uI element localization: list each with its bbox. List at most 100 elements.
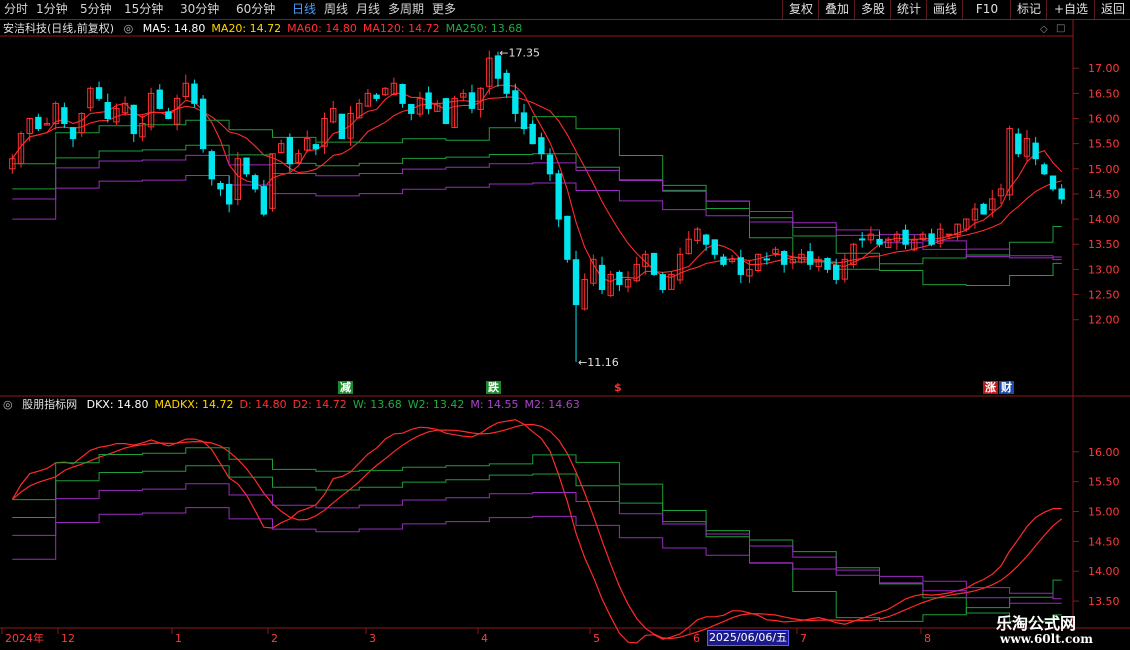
price-tick-label-0: 17.00 <box>1088 62 1120 75</box>
period-tab-4[interactable]: 30分钟 <box>180 1 219 17</box>
candle-body-87 <box>763 258 770 261</box>
toolbar-button-8[interactable]: 返回 <box>1094 0 1130 19</box>
candle-body-95 <box>833 264 840 280</box>
indicator-label-3: D2: 14.72 <box>292 398 347 411</box>
ind-tick-label-1: 15.50 <box>1088 476 1120 489</box>
candle-body-106 <box>928 233 935 245</box>
candle-body-58 <box>512 90 519 114</box>
period-tab-6[interactable]: 日线 <box>292 1 316 17</box>
candle-body-100 <box>876 238 883 245</box>
candle-body-32 <box>286 136 294 165</box>
x-label-6: 5 <box>593 632 600 645</box>
square-icon[interactable]: □ <box>1056 23 1065 34</box>
candle-body-22 <box>199 98 207 150</box>
period-tab-1[interactable]: 1分钟 <box>36 1 68 17</box>
toolbar-button-1[interactable]: 叠加 <box>818 0 855 19</box>
toolbar-button-6[interactable]: 标记 <box>1010 0 1047 19</box>
period-tab-7[interactable]: 周线 <box>324 1 348 17</box>
candle-body-21 <box>191 83 198 104</box>
period-tab-2[interactable]: 5分钟 <box>80 1 112 17</box>
candle-body-98 <box>859 238 866 241</box>
candle-body-57 <box>503 72 510 94</box>
price-tick-label-10: 12.00 <box>1088 314 1120 327</box>
period-tab-5[interactable]: 60分钟 <box>236 1 275 17</box>
candle-body-81 <box>711 239 718 255</box>
candle-body-63 <box>555 173 562 220</box>
candle-body-118 <box>1032 142 1039 160</box>
candle-body-68 <box>598 264 606 291</box>
candle-body-35 <box>312 144 320 150</box>
cursor-date: 2025/06/06/五 <box>707 630 789 646</box>
period-tab-3[interactable]: 15分钟 <box>124 1 163 17</box>
candle-body-120 <box>1049 175 1057 190</box>
stock-title[interactable]: 安洁科技(日线,前复权) <box>3 22 114 35</box>
price-tick-label-5: 14.50 <box>1088 188 1120 201</box>
candle-body-48 <box>425 92 432 109</box>
m2-line <box>12 507 1062 604</box>
candle-body-25 <box>225 183 233 205</box>
ind-tick-label-4: 14.00 <box>1088 565 1120 578</box>
candle-body-17 <box>156 89 163 109</box>
x-label-7: 6 <box>693 632 700 645</box>
candle-body-42 <box>373 94 380 99</box>
gear-icon[interactable]: ◎ <box>3 398 13 411</box>
x-label-3: 2 <box>271 632 278 645</box>
diamond-icon[interactable]: ◇ <box>1040 24 1048 35</box>
candle-body-53 <box>468 92 476 109</box>
candle-body-27 <box>243 157 250 175</box>
candle-body-45 <box>399 83 406 104</box>
period-tab-8[interactable]: 月线 <box>356 1 380 17</box>
toolbar: 分时 1分钟 5分钟 15分钟 30分钟 60分钟 日线 周线 月线 多周期 更多 返回 +自选 标记 F1… <box>0 0 1130 20</box>
period-tab-10[interactable]: 更多 <box>432 1 456 17</box>
toolbar-button-2[interactable]: 多股 <box>854 0 891 19</box>
toolbar-button-5[interactable]: F10 <box>962 0 1011 19</box>
candle-body-103 <box>902 229 909 245</box>
indicator-title[interactable]: 股朋指标网 <box>22 398 77 411</box>
candle-body-94 <box>824 257 831 270</box>
price-tick-label-7: 13.50 <box>1088 238 1120 251</box>
signal-mark-2: $ <box>614 381 622 394</box>
indicator-label-4: W: 13.68 <box>352 398 402 411</box>
toolbar-button-0[interactable]: 复权 <box>782 0 819 19</box>
indicator-label-2: D: 14.80 <box>239 398 287 411</box>
ind-tick-label-5: 13.50 <box>1088 595 1120 608</box>
x-label-9: 8 <box>924 632 931 645</box>
ma250-line <box>12 116 1062 270</box>
madkx-line <box>11 423 1063 640</box>
indicator-label-0: DKX: 14.80 <box>86 398 149 411</box>
toolbar-button-4[interactable]: 画线 <box>926 0 963 19</box>
toolbar-button-3[interactable]: 统计 <box>890 0 927 19</box>
signal-mark-1: 跌 <box>486 381 501 394</box>
ma20-line <box>11 96 1062 278</box>
candle-body-59 <box>520 112 528 130</box>
x-label-0: 2024年 <box>5 631 44 645</box>
price-tick-label-6: 14.00 <box>1088 213 1120 226</box>
x-label-4: 3 <box>369 632 376 645</box>
candle-body-74 <box>650 252 658 275</box>
candle-body-89 <box>780 251 788 265</box>
candle-body-64 <box>564 215 571 260</box>
candle-body-121 <box>1058 188 1065 200</box>
period-tab-9[interactable]: 多周期 <box>388 1 424 17</box>
low-price-label: ←11.16 <box>578 356 619 369</box>
candle-body-75 <box>659 274 666 291</box>
price-legend: 安洁科技(日线,前复权) ◎ MA5: 14.80 MA20: 14.72 MA60… <box>3 22 534 36</box>
x-label-1: 12 <box>61 632 75 645</box>
m-line <box>12 483 1062 600</box>
candle-body-50 <box>442 98 450 125</box>
watermark-url: www.60lt.com <box>1000 632 1093 646</box>
toolbar-button-7[interactable]: +自选 <box>1046 0 1095 19</box>
price-tick-label-2: 16.00 <box>1088 112 1120 125</box>
candle-body-46 <box>408 103 415 114</box>
candle-body-82 <box>720 256 727 265</box>
candle-body-24 <box>217 182 224 190</box>
candle-body-11 <box>104 102 111 119</box>
candle-body-38 <box>338 113 346 140</box>
signal-mark-3: 涨 <box>983 381 998 394</box>
candle-body-116 <box>1015 133 1022 155</box>
period-tab-0[interactable]: 分时 <box>4 1 28 17</box>
candle-body-7 <box>69 127 77 140</box>
indicator-label-1: MADKX: 14.72 <box>154 398 234 411</box>
chevron-down-icon[interactable]: ◎ <box>124 22 134 35</box>
price-tick-label-3: 15.50 <box>1088 138 1120 151</box>
